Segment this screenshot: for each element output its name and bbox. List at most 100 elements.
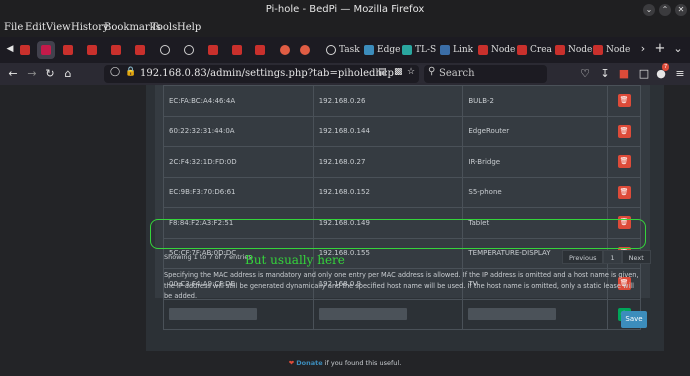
notifications-icon[interactable]: ● 7 <box>653 63 670 82</box>
annotation-highlight-box <box>150 219 646 249</box>
browser-tab[interactable]: Task <box>326 41 360 59</box>
browser-tab[interactable]: Link <box>440 41 473 59</box>
delete-lease-button[interactable]: 🗑 <box>617 124 631 138</box>
delete-lease-button[interactable]: 🗑 <box>617 185 631 199</box>
downloads-icon[interactable]: ↧ <box>597 66 613 82</box>
page-content: EC:FA:BC:A4:46:4A 192.168.0.26 BULB-2 🗑 60:2… <box>0 85 690 376</box>
donate-link[interactable]: Donate <box>296 359 322 367</box>
menu-history[interactable]: History <box>71 22 109 33</box>
browser-tab[interactable] <box>300 41 310 59</box>
table-row: 2C:F4:32:1D:FD:0D 192.168.0.27 IR-Bridge 🗑 <box>163 146 641 178</box>
container-icon[interactable]: ▩ <box>394 67 403 77</box>
annotation-text: But usually here <box>245 253 345 267</box>
hamburger-menu-icon[interactable]: ≡ <box>672 66 688 82</box>
table-row: EC:FA:BC:A4:46:4A 192.168.0.26 BULB-2 🗑 <box>163 85 641 117</box>
hostname-input[interactable] <box>468 308 557 321</box>
pihole-icon <box>208 45 218 55</box>
forward-icon[interactable]: → <box>24 66 40 82</box>
tab-list-icon[interactable]: ◀ <box>2 41 18 57</box>
browser-tab[interactable] <box>20 41 30 59</box>
pihole-icon <box>20 45 30 55</box>
browser-tab-label: Crea <box>530 45 552 55</box>
menu-view[interactable]: View <box>46 22 71 33</box>
browser-tab[interactable]: Edge <box>364 41 400 59</box>
hostname-cell: EdgeRouter <box>462 115 609 147</box>
footer-text: if you found this useful. <box>322 359 402 367</box>
browser-tab[interactable] <box>184 41 194 59</box>
ip-input[interactable] <box>318 308 407 321</box>
screenshot-icon[interactable]: □ <box>636 66 652 82</box>
browser-tab[interactable]: Node <box>555 41 592 59</box>
browser-tab[interactable] <box>135 41 145 59</box>
table-row: 60:22:32:31:44:0A 192.168.0.144 EdgeRouter… <box>163 115 641 147</box>
ip-cell: 192.168.0.27 <box>312 146 464 178</box>
url-text[interactable]: 192.168.0.83/admin/settings.php?tab=piho… <box>140 68 394 79</box>
browser-tab[interactable] <box>232 41 242 59</box>
pihole-icon <box>135 45 145 55</box>
browser-tab[interactable]: Crea <box>517 41 552 59</box>
browser-tab[interactable]: Node <box>478 41 515 59</box>
table-info: Showing 1 to 7 of 7 entries <box>164 253 252 261</box>
browser-tab[interactable] <box>160 41 170 59</box>
bookmark-star-icon[interactable]: ☆ <box>407 67 415 77</box>
mac-cell: EC:FA:BC:A4:46:4A <box>163 85 314 117</box>
browser-tab-label: Node <box>606 45 631 55</box>
heart-icon: ❤ <box>288 359 295 367</box>
maximize-button[interactable]: ⌃ <box>659 4 671 16</box>
new-tab-icon[interactable]: + <box>652 41 668 57</box>
extension-icon[interactable]: ■ <box>616 66 632 82</box>
url-bar[interactable]: ◯ 🔒 192.168.0.83/admin/settings.php?tab=… <box>104 65 419 83</box>
pocket-icon[interactable]: ♡ <box>577 66 593 82</box>
menu-file[interactable]: File <box>4 22 23 33</box>
info-icon <box>184 45 194 55</box>
pagination-next[interactable]: Next <box>621 250 651 264</box>
ip-cell: 192.168.0.152 <box>312 176 464 208</box>
close-button[interactable]: ✕ <box>675 4 687 16</box>
browser-tab[interactable] <box>280 41 290 59</box>
list-all-tabs-icon[interactable]: ⌄ <box>670 41 686 57</box>
actions-cell: 🗑 <box>607 176 641 208</box>
menu-tools[interactable]: Tools <box>151 22 177 33</box>
add-lease-row: + <box>163 298 641 330</box>
pagination-previous[interactable]: Previous <box>562 250 604 264</box>
tab-scroll-right-icon[interactable]: › <box>635 41 651 57</box>
search-input[interactable]: ⚲ Search <box>424 65 547 83</box>
delete-lease-button[interactable]: 🗑 <box>617 94 631 108</box>
menu-edit[interactable]: Edit <box>25 22 46 33</box>
table-row: EC:9B:F3:70:D6:61 192.168.0.152 S5-phone 🗑 <box>163 176 641 208</box>
pihole-icon <box>478 45 488 55</box>
actions-cell: 🗑 <box>607 115 641 147</box>
ip-cell: 192.168.0.26 <box>312 85 464 117</box>
delete-lease-button[interactable]: 🗑 <box>617 155 631 169</box>
mac-input[interactable] <box>169 308 257 321</box>
back-icon[interactable]: ← <box>5 66 21 82</box>
info-icon <box>160 45 170 55</box>
browser-tab[interactable] <box>63 41 73 59</box>
reload-icon[interactable]: ↻ <box>42 66 58 82</box>
footer: ❤ Donate if you found this useful. <box>0 359 690 367</box>
window-titlebar: Pi-hole - BedPi — Mozilla Firefox ⌄ ⌃ ✕ <box>0 0 690 20</box>
browser-tab[interactable] <box>208 41 218 59</box>
reader-view-icon[interactable]: ▤ <box>378 67 387 77</box>
menu-help[interactable]: Help <box>177 22 201 33</box>
shield-icon[interactable]: ◯ <box>110 67 120 77</box>
browser-tab[interactable] <box>255 41 265 59</box>
lock-icon[interactable]: 🔒 <box>125 67 136 77</box>
browser-tab[interactable]: Node <box>593 41 630 59</box>
edge-icon <box>364 45 374 55</box>
minimize-button[interactable]: ⌄ <box>643 4 655 16</box>
browser-tab[interactable] <box>37 41 55 59</box>
browser-tab[interactable]: TL-S <box>402 41 436 59</box>
hostname-cell: BULB-2 <box>462 85 609 117</box>
mac-cell: 60:22:32:31:44:0A <box>163 115 314 147</box>
globe-icon <box>300 45 310 55</box>
browser-tab-label: Node <box>568 45 593 55</box>
browser-tab[interactable] <box>111 41 121 59</box>
tplink-icon <box>402 45 412 55</box>
pihole-icon <box>232 45 242 55</box>
pagination-page[interactable]: 1 <box>603 250 622 264</box>
save-button[interactable]: Save <box>621 311 647 328</box>
browser-tab-label: Link <box>453 45 474 55</box>
browser-tab[interactable] <box>87 41 97 59</box>
home-icon[interactable]: ⌂ <box>60 66 76 82</box>
